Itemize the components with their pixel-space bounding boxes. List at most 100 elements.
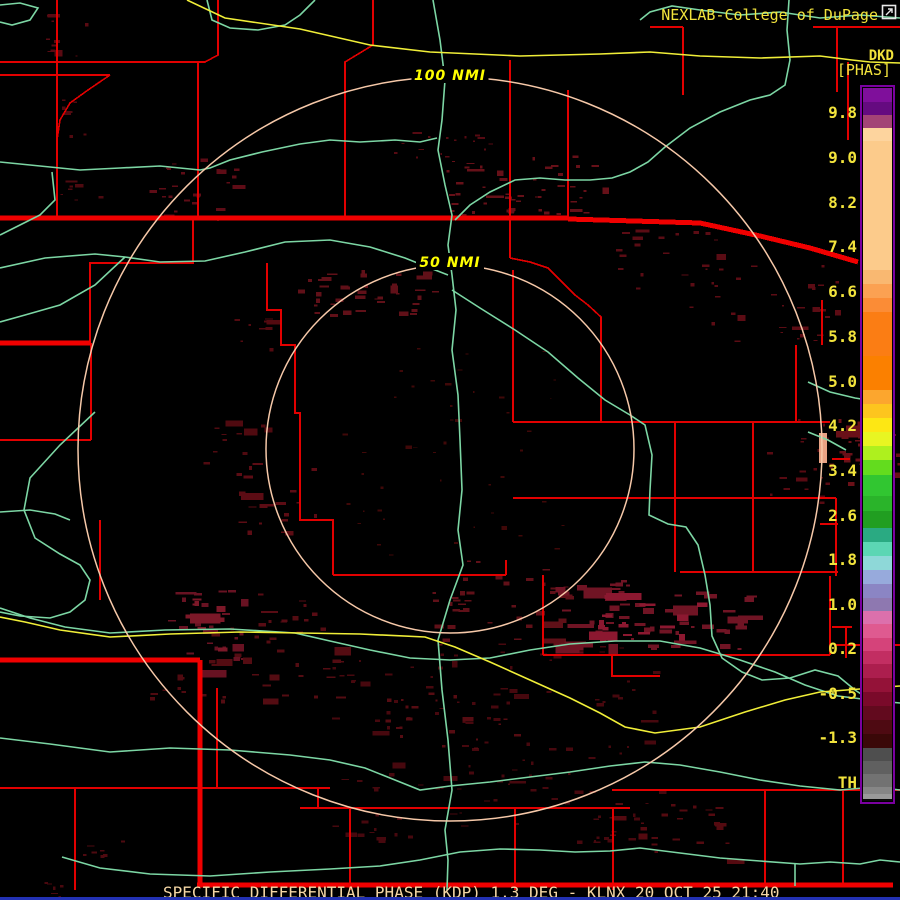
echo-cell: [475, 134, 480, 137]
echo-cell: [248, 506, 257, 508]
echo-cell: [671, 644, 681, 648]
echo-cell: [538, 209, 542, 212]
echo-cell: [392, 762, 406, 769]
echo-cell: [426, 686, 434, 689]
range-ring: [265, 264, 635, 634]
echo-cell: [501, 774, 505, 778]
colorbar-segment: [863, 787, 892, 794]
echo-cell: [640, 273, 644, 277]
echo-cell: [86, 845, 95, 847]
colorbar-segment: [863, 460, 892, 475]
echo-cell: [767, 451, 773, 455]
echo-cell: [626, 680, 631, 683]
echo-cell: [430, 676, 433, 678]
echo-cell: [389, 554, 394, 556]
echo-cell: [209, 660, 216, 664]
echo-cell: [652, 670, 661, 675]
echo-cell: [549, 659, 552, 662]
echo-cell: [617, 697, 624, 700]
echo-cell: [183, 199, 191, 202]
colorbar-segment: [863, 418, 892, 432]
echo-cell: [47, 50, 55, 53]
echo-cell: [282, 694, 289, 697]
echo-cell: [820, 309, 826, 312]
state-boundaries: [0, 215, 893, 888]
echo-cell: [332, 717, 340, 720]
echo-cell: [464, 136, 467, 139]
echo-cell: [75, 55, 78, 57]
echo-cell: [410, 666, 414, 668]
echo-cell: [638, 833, 648, 840]
echo-cell: [323, 667, 331, 670]
echo-cell: [567, 624, 594, 629]
echo-cell: [525, 624, 533, 628]
echo-cell: [60, 884, 64, 888]
echo-cell: [556, 213, 562, 215]
echo-cell: [361, 452, 367, 454]
echo-cell: [314, 311, 320, 314]
echo-cell: [705, 809, 713, 811]
colorbar-scale-label: -0.5: [818, 684, 857, 703]
echo-cell: [579, 196, 583, 199]
echo-cell: [634, 817, 640, 821]
echo-cell: [522, 759, 525, 761]
echo-cell: [615, 803, 623, 806]
echo-cell: [430, 380, 435, 382]
echo-cell: [385, 719, 391, 723]
echo-cell: [387, 698, 392, 702]
echo-cell: [597, 815, 601, 819]
echo-cell: [387, 726, 391, 730]
echo-cell: [549, 748, 557, 751]
echo-cell: [572, 155, 579, 159]
echo-cell: [638, 631, 651, 635]
echo-cell: [462, 716, 474, 722]
echo-cell: [73, 101, 78, 104]
echo-cell: [412, 302, 420, 305]
echo-cell: [514, 694, 529, 700]
echo-cell: [354, 295, 366, 300]
echo-cell: [488, 483, 491, 486]
echo-cell: [455, 192, 461, 196]
echo-cell: [462, 745, 470, 748]
echo-cell: [332, 825, 339, 828]
echo-cell: [411, 385, 415, 388]
echo-cell: [825, 316, 830, 318]
echo-cell: [307, 279, 313, 283]
echo-cell: [495, 575, 503, 580]
echo-cell: [468, 771, 475, 775]
echo-cell: [377, 543, 381, 546]
echo-cell: [259, 328, 266, 330]
echo-cell: [373, 788, 379, 792]
echo-cell: [51, 44, 56, 47]
echo-cell: [601, 614, 612, 617]
echo-cell: [619, 647, 624, 649]
echo-cell: [594, 840, 597, 843]
echo-cell: [398, 311, 409, 316]
echo-cell: [532, 179, 537, 181]
colorbar-segment: [863, 390, 892, 404]
echo-cell: [670, 803, 676, 807]
echo-cell: [339, 674, 345, 677]
popout-arrow-icon[interactable]: [881, 4, 897, 20]
echo-cell: [511, 769, 518, 771]
echo-cell: [341, 779, 349, 781]
echo-cell: [663, 252, 670, 255]
echo-cell: [472, 390, 475, 393]
echo-cell: [84, 23, 89, 27]
echo-cell: [626, 745, 629, 749]
colorbar-segment: [863, 794, 892, 799]
echo-cell: [234, 319, 241, 322]
echo-cell: [295, 663, 299, 667]
echo-cell: [619, 752, 622, 755]
echo-cell: [493, 799, 498, 802]
echo-cell: [510, 666, 513, 670]
echo-cell: [596, 836, 600, 839]
echo-cell: [236, 473, 243, 477]
echo-cell: [714, 295, 721, 298]
echo-cell: [449, 193, 455, 196]
echo-cell: [679, 809, 688, 812]
echo-cell: [737, 623, 745, 628]
colorbar-segment: [863, 556, 892, 570]
echo-cell: [618, 616, 630, 619]
echo-cell: [456, 701, 460, 703]
